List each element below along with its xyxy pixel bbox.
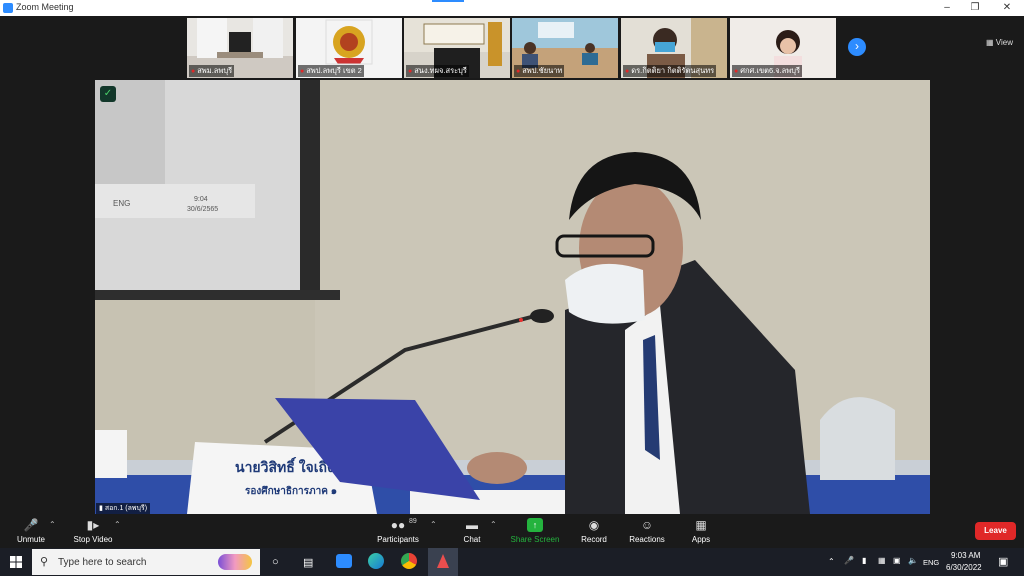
task-view-icon[interactable]: ▤	[303, 556, 313, 569]
chrome-icon[interactable]	[401, 553, 417, 569]
next-page-button[interactable]: ›	[848, 38, 866, 56]
network-icon[interactable]: ▣	[893, 556, 901, 565]
zoom-logo-icon	[3, 3, 13, 13]
camera-tray-icon[interactable]: ▮	[862, 556, 866, 565]
screen-lang-text: ENG	[113, 199, 130, 208]
drag-indicator	[432, 0, 464, 2]
muted-mic-icon: ●	[300, 68, 305, 75]
muted-mic-icon: ●	[408, 68, 413, 75]
audio-options-chevron-icon[interactable]: ⌃	[49, 520, 56, 529]
meeting-toolbar: 🎤 Unmute ⌃ ▮▸ Stop Video ⌃ ●● Participan…	[0, 514, 1024, 548]
apps-icon: ▦	[695, 518, 707, 532]
participant-tile[interactable]: ● สพป.ชัยนาท	[512, 18, 618, 78]
participant-name: ● สนง.ทผจ.สระบุรี	[406, 65, 469, 77]
windows-taskbar: ⚲ Type here to search ○ ▤ ⌃ 🎤 ▮ ▦ ▣ 🔈 EN…	[0, 548, 1024, 576]
participant-name: ● ดร.กิตติยา กิตติรัตนสุนทร	[623, 65, 717, 77]
leave-button[interactable]: Leave	[975, 522, 1016, 540]
view-grid-icon: ▦	[986, 38, 994, 47]
search-highlight-icon	[218, 554, 252, 570]
language-indicator[interactable]: ENG	[923, 558, 939, 567]
volume-icon[interactable]: 🔈	[908, 556, 918, 565]
share-screen-button[interactable]: ↑ Share Screen	[508, 518, 562, 544]
participants-icon: ●●	[390, 518, 406, 532]
participants-count: 89	[409, 518, 417, 525]
name-card-title: นายวิสิทธิ์ ใจเถิง	[235, 456, 334, 475]
video-camera-icon: ▮▸	[86, 518, 100, 532]
record-button[interactable]: ◉ Record	[578, 518, 610, 544]
muted-mic-icon: ●	[516, 68, 521, 75]
record-icon: ◉	[588, 518, 600, 532]
video-options-chevron-icon[interactable]: ⌃	[114, 520, 121, 529]
title-bar: Zoom Meeting – ❐ ✕	[0, 0, 1024, 17]
chat-options-chevron-icon[interactable]: ⌃	[490, 520, 497, 529]
app-tray-icon[interactable]: ▦	[878, 556, 886, 565]
reactions-button[interactable]: ☺ Reactions	[626, 518, 668, 544]
participant-tile[interactable]: ● สพม.ลพบุรี	[187, 18, 293, 78]
zoom-taskbar-icon[interactable]	[336, 554, 352, 568]
minimize-button[interactable]: –	[940, 1, 954, 15]
active-app-icon[interactable]	[428, 548, 458, 576]
shield-icon[interactable]: ✓	[100, 86, 116, 102]
speaker-name-label: ▮ สอก.1 (ลพบุรี)	[96, 503, 151, 514]
participant-name: ● สพม.ลพบุรี	[189, 65, 235, 77]
view-button[interactable]: ▦ View	[986, 38, 1013, 47]
participant-tile[interactable]: ● สพป.ลพบุรี เขต 2	[296, 18, 402, 78]
gallery-strip: ● สพม.ลพบุรี ● สพป.ลพบุรี เขต 2 ● สนง.ทผจ.ส…	[0, 16, 1024, 79]
chat-button[interactable]: ▬ Chat	[458, 518, 486, 544]
speaker-video: ENG 9:04 30/6/2565 นายวิสิทธิ์ ใจเถิง รอ…	[95, 80, 930, 514]
apps-button[interactable]: ▦ Apps	[686, 518, 716, 544]
participant-tile[interactable]: ● สนง.ทผจ.สระบุรี	[404, 18, 510, 78]
participants-options-chevron-icon[interactable]: ⌃	[430, 520, 437, 529]
share-screen-icon: ↑	[527, 518, 543, 532]
taskbar-search-box[interactable]: ⚲ Type here to search	[32, 549, 260, 575]
search-icon: ⚲	[40, 556, 49, 568]
participant-tile[interactable]: ● ศกศ.เขต6.จ.ลพบุรี	[730, 18, 836, 78]
notifications-icon[interactable]: ▣	[998, 555, 1008, 568]
signal-bars-icon: ▮	[99, 505, 103, 512]
windows-start-icon[interactable]	[10, 556, 22, 568]
screen-time-text: 9:04	[194, 196, 208, 203]
clock-time[interactable]: 9:03 AM	[951, 551, 980, 560]
muted-mic-icon: ●	[191, 68, 196, 75]
screen-date-text: 30/6/2565	[187, 206, 218, 213]
unmute-button[interactable]: 🎤 Unmute	[14, 518, 48, 544]
window-title: Zoom Meeting	[16, 2, 74, 12]
search-placeholder: Type here to search	[58, 557, 147, 568]
cortana-icon[interactable]: ○	[272, 556, 279, 568]
clock-date[interactable]: 6/30/2022	[946, 563, 982, 572]
chat-bubble-icon: ▬	[466, 518, 478, 532]
participant-tile[interactable]: ● ดร.กิตติยา กิตติรัตนสุนทร	[621, 18, 727, 78]
name-card-subtitle: รองศึกษาธิการภาค ๑	[245, 485, 337, 497]
participant-name: ● ศกศ.เขต6.จ.ลพบุรี	[732, 65, 803, 77]
participant-name: ● สพป.ชัยนาท	[514, 65, 565, 77]
muted-mic-icon: ●	[625, 68, 630, 75]
restore-button[interactable]: ❐	[968, 1, 982, 15]
speaker-video-feed: ENG 9:04 30/6/2565 นายวิสิทธิ์ ใจเถิง รอ…	[95, 80, 930, 514]
mic-tray-icon[interactable]: 🎤	[844, 556, 854, 565]
muted-mic-icon: 🎤	[23, 518, 39, 532]
muted-mic-icon: ●	[734, 68, 739, 75]
close-button[interactable]: ✕	[1000, 1, 1014, 15]
tray-chevron-icon[interactable]: ⌃	[828, 557, 835, 566]
edge-icon[interactable]	[368, 553, 384, 569]
stop-video-button[interactable]: ▮▸ Stop Video	[70, 518, 116, 544]
emoji-plus-icon: ☺	[640, 518, 654, 532]
participant-name: ● สพป.ลพบุรี เขต 2	[298, 65, 364, 77]
